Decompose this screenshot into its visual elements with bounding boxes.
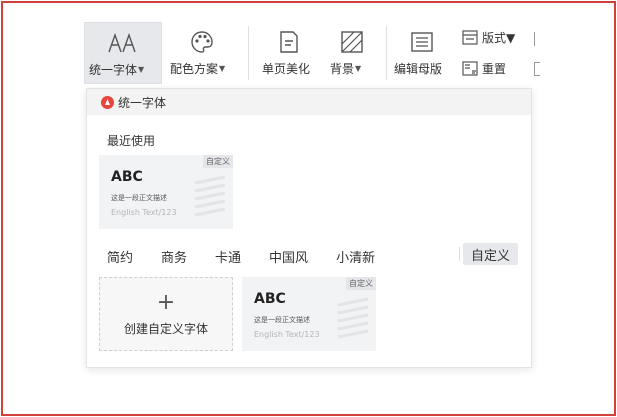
- chevron-down-icon: ▼: [219, 64, 226, 73]
- chevron-down-icon: ▼: [506, 30, 516, 45]
- font-sample-body: 这是一段正文描述: [111, 194, 167, 202]
- category-tab[interactable]: 卡通: [215, 247, 241, 266]
- unify-font-dropdown: 统一字体 最近使用 自定义 ABC 这是一段正文描述 English Text/…: [86, 88, 532, 368]
- category-tab[interactable]: 小清新: [336, 247, 375, 266]
- custom-badge: 自定义: [346, 277, 376, 290]
- color-scheme-button[interactable]: 配色方案▼: [166, 22, 238, 84]
- category-tabs: 简约 商务 卡通 中国风 小清新: [107, 247, 403, 266]
- ribbon-divider: [248, 26, 249, 80]
- category-tab-custom[interactable]: 自定义: [463, 243, 519, 265]
- background-button[interactable]: 背景▼: [326, 22, 382, 84]
- unify-font-label: 统一字体: [89, 63, 138, 77]
- card-decoration: [194, 175, 226, 217]
- overflow-edge-icon: [534, 62, 540, 76]
- font-sample-english: English Text/123: [111, 208, 177, 217]
- page-icon: [256, 28, 322, 56]
- category-tab[interactable]: 中国风: [269, 247, 308, 266]
- create-custom-font-label: 创建自定义字体: [123, 321, 208, 336]
- master-slide-icon: [390, 28, 454, 56]
- chevron-down-icon: ▼: [138, 65, 145, 74]
- plus-icon: +: [156, 289, 176, 315]
- font-sample-english: English Text/123: [254, 330, 320, 339]
- font-sample-heading: ABC: [254, 291, 286, 307]
- color-scheme-label: 配色方案: [170, 62, 219, 76]
- card-decoration: [337, 297, 369, 339]
- overflow-edge-icon: [534, 32, 537, 46]
- chevron-down-icon: ▼: [355, 64, 362, 73]
- recent-section-title: 最近使用: [107, 134, 156, 148]
- palette-icon: [166, 28, 238, 56]
- category-tab[interactable]: 商务: [161, 247, 187, 266]
- dropdown-title: 统一字体: [118, 95, 167, 110]
- reset-icon: [462, 61, 478, 76]
- layout-button[interactable]: 版式 ▼: [462, 29, 515, 46]
- reset-button[interactable]: 重置: [462, 60, 506, 77]
- single-page-label: 单页美化: [262, 62, 311, 76]
- layout-label: 版式: [482, 31, 507, 45]
- category-divider: [459, 247, 460, 261]
- recent-font-card[interactable]: 自定义 ABC 这是一段正文描述 English Text/123: [99, 155, 233, 229]
- custom-font-card[interactable]: 自定义 ABC 这是一段正文描述 English Text/123: [242, 277, 376, 351]
- background-label: 背景: [330, 62, 355, 76]
- font-sample-heading: ABC: [111, 169, 143, 185]
- wps-logo-icon: [101, 95, 114, 109]
- custom-badge: 自定义: [203, 155, 233, 168]
- category-tab[interactable]: 简约: [107, 247, 133, 266]
- dropdown-header: 统一字体: [87, 89, 531, 115]
- create-custom-font-button[interactable]: + 创建自定义字体: [99, 277, 233, 351]
- layout-icon: [462, 30, 478, 45]
- edit-master-label: 编辑母版: [394, 62, 443, 76]
- ribbon-divider: [386, 26, 387, 80]
- reset-label: 重置: [482, 62, 507, 76]
- font-aa-icon: [85, 29, 161, 57]
- edit-master-button[interactable]: 编辑母版: [390, 22, 454, 84]
- single-page-beautify-button[interactable]: 单页美化: [256, 22, 322, 84]
- font-sample-body: 这是一段正文描述: [254, 316, 310, 324]
- unify-font-button[interactable]: 统一字体▼: [84, 22, 162, 84]
- background-icon: [326, 28, 378, 56]
- ribbon-toolbar: 统一字体▼ 配色方案▼ 单页美化 背景▼ 编辑母版 版式 ▼ 重置: [84, 22, 544, 86]
